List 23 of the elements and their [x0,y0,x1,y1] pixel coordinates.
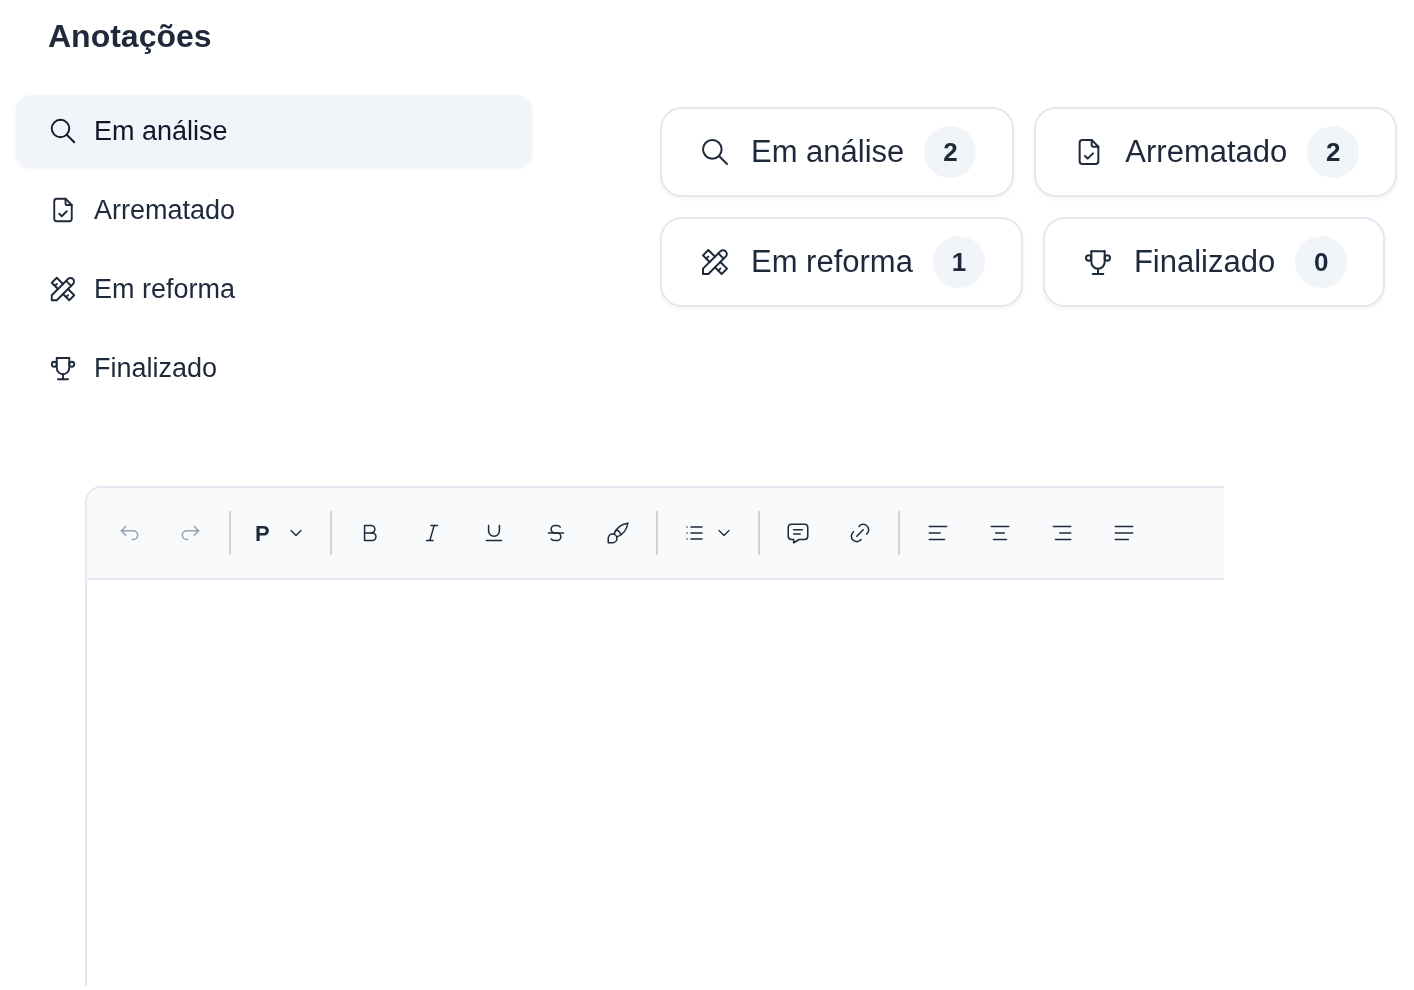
sidebar-item[interactable]: Finalizado [16,332,532,404]
count-badge: 0 [1295,236,1348,288]
tools-icon [48,274,78,304]
count-badge: 2 [924,126,977,178]
sidebar-item[interactable]: Em reforma [16,253,532,325]
search-icon [48,116,78,146]
tools-icon [699,246,731,278]
search-icon [699,136,731,168]
sidebar-item[interactable]: Arrematado [16,174,532,246]
count-badge: 2 [1307,126,1360,178]
status-card[interactable]: Arrematado 2 [1034,107,1398,197]
status-label: Em análise [751,132,905,171]
status-label: Finalizado [1133,242,1276,281]
status-label: Arrematado [1125,132,1288,171]
status-card[interactable]: Finalizado 0 [1042,217,1386,307]
block-format-dropdown[interactable]: P [247,511,314,555]
status-label: Em reforma [751,242,913,281]
status-card[interactable]: Em reforma 1 [660,217,1023,307]
count-badge: 1 [932,236,985,288]
page-title: Anotações [48,17,212,56]
brush-icon [604,520,631,546]
sidebar-item[interactable]: Em análise [16,95,532,167]
status-card[interactable]: Em análise 2 [660,107,1015,197]
